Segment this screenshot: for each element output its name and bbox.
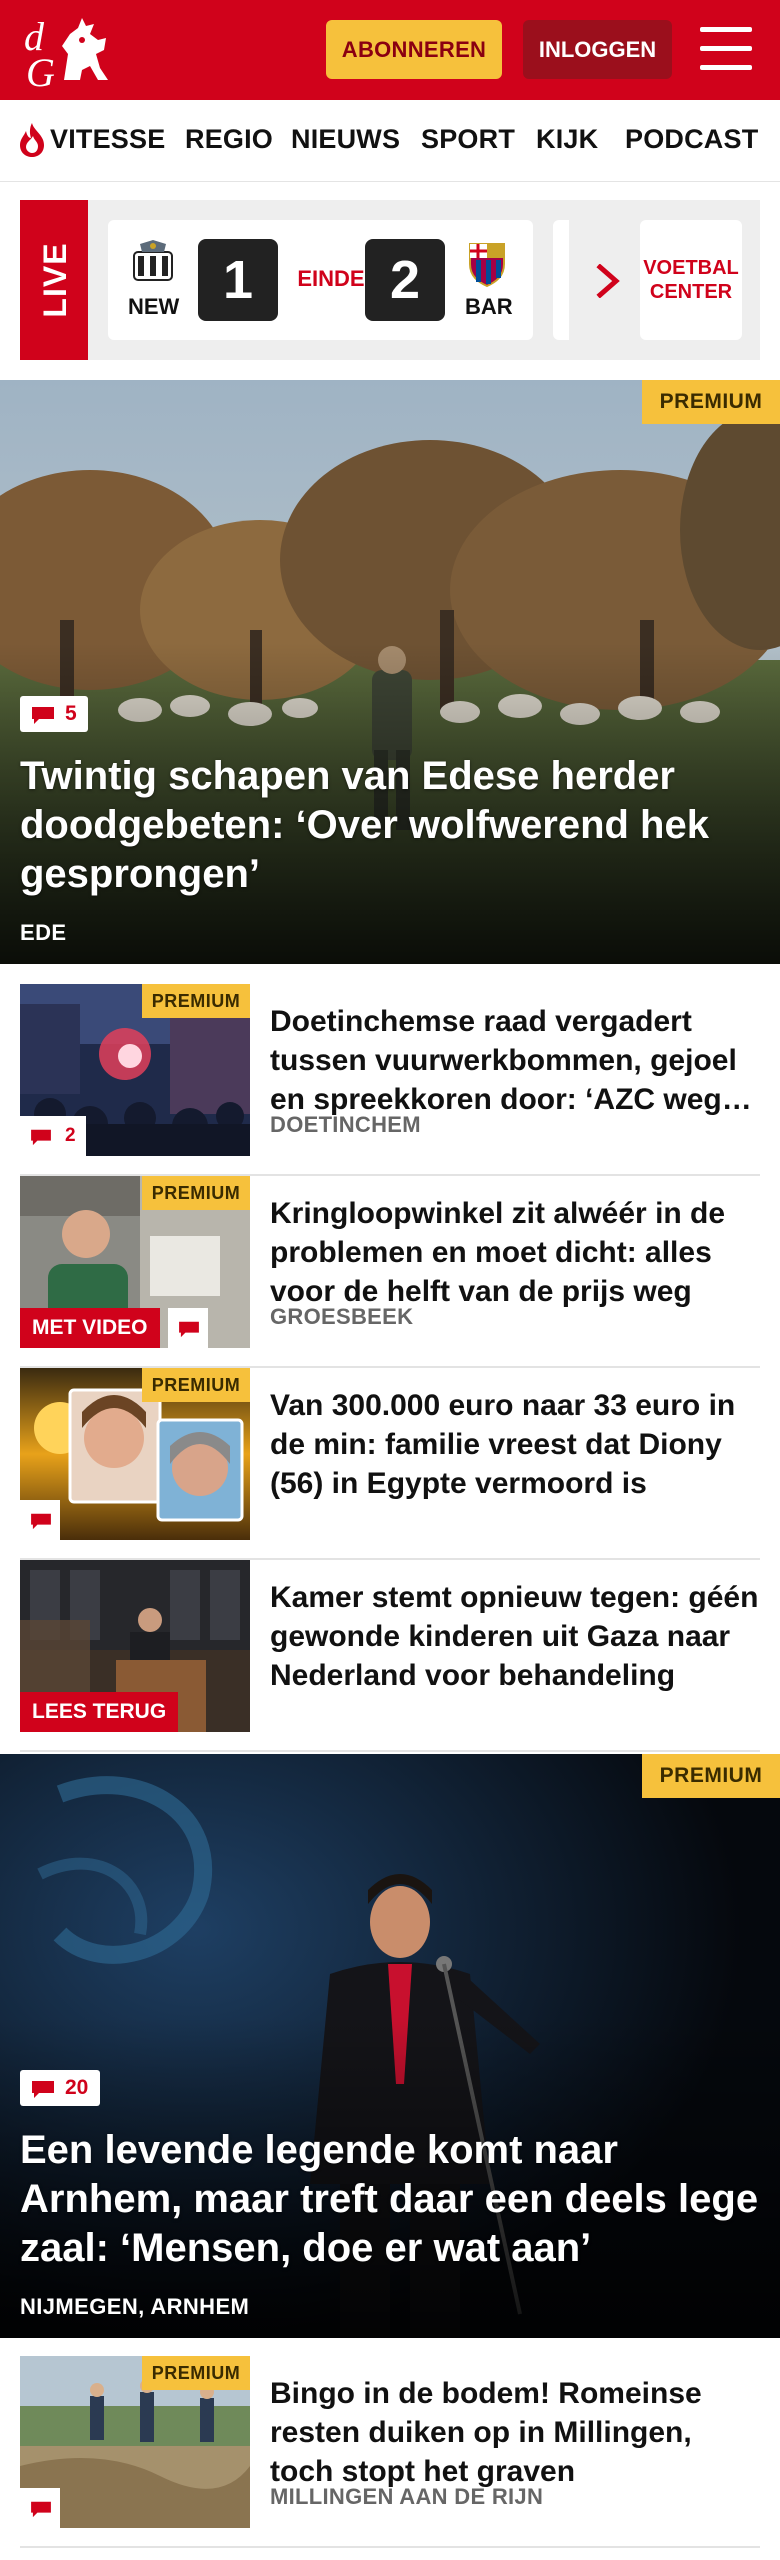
match-card[interactable]: NEW 1 EINDE 2 BAR (108, 220, 533, 340)
hero-headline[interactable]: Twintig schapen van Edese herder doodgeb… (20, 752, 760, 899)
comment-count: 2 (65, 1125, 76, 1146)
comment-icon (179, 1321, 199, 1338)
article-thumbnail: PREMIUM MET VIDEO (20, 1176, 250, 1348)
next-match-card[interactable] (553, 220, 569, 340)
home-score: 1 (198, 239, 278, 321)
nav-item-podcast[interactable]: PODCAST (625, 124, 758, 155)
login-button[interactable]: INLOGGEN (523, 20, 672, 79)
newcastle-crest-icon (133, 240, 173, 281)
premium-tag: PREMIUM (142, 1368, 250, 1402)
premium-tag: PREMIUM (142, 2356, 250, 2390)
article-item[interactable]: PREMIUM Bingo in de bodem! Romeinse rest… (20, 2356, 760, 2548)
article-item[interactable]: PREMIUM MET VIDEO Kringloopwinkel zit al… (20, 1176, 760, 1368)
comment-count: 5 (65, 702, 77, 725)
nav-item-nieuws[interactable]: NIEUWS (291, 124, 400, 155)
main-navigation: VITESSE REGIO NIEUWS SPORT KIJK PODCAST (0, 100, 780, 182)
premium-tag: PREMIUM (642, 380, 780, 424)
nav-item-kijk[interactable]: KIJK (536, 124, 598, 155)
article-item[interactable]: PREMIUM Van 300.000 euro naar 33 euro in… (20, 1368, 760, 1560)
article-item[interactable]: LEES TERUG Kamer stemt opnieuw tegen: gé… (20, 1560, 760, 1752)
flame-icon (20, 123, 44, 157)
comment-icon (31, 2501, 51, 2518)
horse-emblem-icon (62, 18, 108, 80)
article-headline[interactable]: Doetinchemse raad vergadert tussen vuurw… (270, 1002, 760, 1119)
nav-item-vitesse[interactable]: VITESSE (50, 124, 165, 155)
article-thumbnail: PREMIUM 2 (20, 984, 250, 1156)
away-score: 2 (365, 239, 445, 321)
comment-count-badge[interactable]: 5 (20, 696, 88, 732)
article-headline[interactable]: Bingo in de bodem! Romeinse resten duike… (270, 2374, 760, 2491)
barcelona-crest-icon (469, 243, 505, 288)
voetbal-center-line1: VOETBAL (643, 257, 739, 279)
comment-icon (32, 2081, 54, 2098)
comment-icon (31, 1129, 51, 1146)
hero-article-concert[interactable]: PREMIUM 20 Een levende legende komt naar… (0, 1754, 780, 2338)
article-headline[interactable]: Kringloopwinkel zit alwéér in de problem… (270, 1194, 760, 1311)
article-thumbnail: LEES TERUG (20, 1560, 250, 1732)
voetbal-center-button[interactable]: VOETBAL CENTER (640, 220, 742, 340)
video-label: MET VIDEO (20, 1308, 160, 1348)
dg-logo[interactable]: d G (20, 10, 116, 95)
match-status: EINDE (297, 266, 365, 291)
nav-item-sport[interactable]: SPORT (421, 124, 515, 155)
chevron-right-icon[interactable] (594, 264, 624, 298)
premium-tag: PREMIUM (142, 984, 250, 1018)
comment-count: 20 (65, 2076, 89, 2099)
hero-headline[interactable]: Een levende legende komt naar Arnhem, ma… (20, 2126, 760, 2273)
article-headline[interactable]: Van 300.000 euro naar 33 euro in de min:… (270, 1386, 760, 1503)
live-badge: LIVE (20, 200, 88, 360)
article-location: MILLINGEN AAN DE RIJN (270, 2484, 544, 2509)
comment-icon (31, 1513, 51, 1530)
away-team-code: BAR (465, 294, 513, 319)
logo-letter-g: G (26, 50, 55, 90)
comment-icon-badge[interactable] (20, 2488, 60, 2528)
premium-tag: PREMIUM (142, 1176, 250, 1210)
article-thumbnail: PREMIUM (20, 1368, 250, 1540)
comment-count-badge[interactable]: 20 (20, 2070, 100, 2106)
hero-article-sheep[interactable]: PREMIUM 5 Twintig schapen van Edese herd… (0, 380, 780, 964)
subscribe-button[interactable]: ABONNEREN (326, 20, 502, 79)
article-headline[interactable]: Kamer stemt opnieuw tegen: géén gewonde … (270, 1578, 760, 1695)
hero-location: NIJMEGEN, ARNHEM (20, 2294, 250, 2319)
lees-terug-label: LEES TERUG (20, 1692, 179, 1732)
comment-count-badge[interactable]: 2 (20, 1116, 86, 1156)
premium-tag: PREMIUM (642, 1754, 780, 1798)
article-location: GROESBEEK (270, 1304, 414, 1329)
article-item[interactable]: PREMIUM 2 Doetinchemse raad vergadert tu… (20, 984, 760, 1176)
live-scores-bar: LIVE NEW 1 EINDE 2 BAR VOETBAL CENTER (20, 200, 760, 360)
site-header: d G ABONNEREN INLOGGEN (0, 0, 780, 100)
home-team-code: NEW (128, 294, 180, 319)
comment-icon-badge[interactable] (168, 1308, 208, 1348)
hamburger-menu-icon[interactable] (700, 27, 752, 71)
hero-location: EDE (20, 920, 67, 945)
article-location: DOETINCHEM (270, 1112, 421, 1137)
comment-icon (32, 707, 54, 724)
nav-item-regio[interactable]: REGIO (185, 124, 273, 155)
live-label: LIVE (37, 242, 73, 318)
comment-icon-badge[interactable] (20, 1500, 60, 1540)
article-thumbnail: PREMIUM (20, 2356, 250, 2528)
voetbal-center-line2: CENTER (649, 281, 733, 303)
